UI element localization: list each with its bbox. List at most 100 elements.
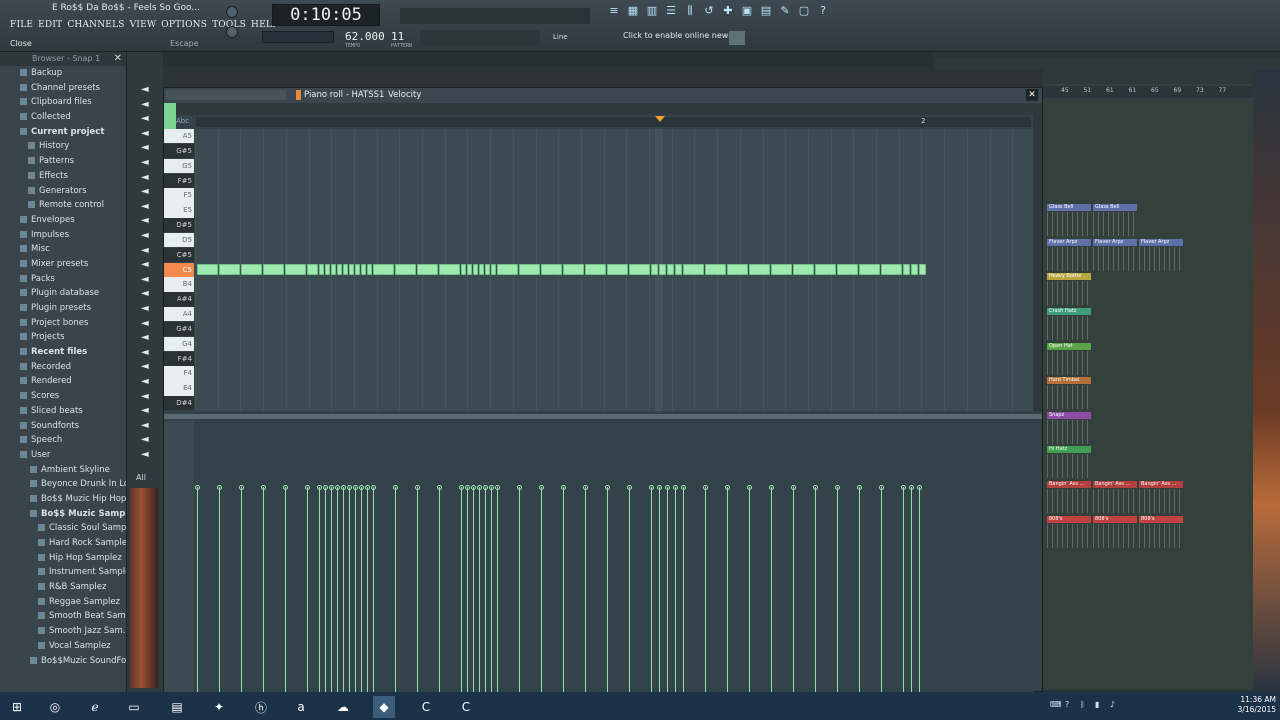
piano-key[interactable]: D5 xyxy=(164,232,194,248)
note[interactable] xyxy=(541,263,562,275)
browser-item[interactable]: Clipboard files xyxy=(0,95,126,110)
velocity-bar[interactable] xyxy=(911,487,912,693)
app-icon[interactable]: ✦ xyxy=(208,696,230,718)
speaker-icon[interactable]: ◄ xyxy=(141,288,153,299)
velocity-bar[interactable] xyxy=(667,487,668,693)
playlist-clip[interactable]: Flaver Arpz xyxy=(1139,239,1183,246)
browser-item[interactable]: Ambient Skyline xyxy=(0,463,126,478)
note[interactable] xyxy=(197,263,218,275)
note[interactable] xyxy=(667,263,674,275)
scroll-bar-vertical[interactable] xyxy=(1033,103,1042,411)
zoom-handle[interactable] xyxy=(164,103,176,129)
piano-key[interactable]: G#5 xyxy=(164,143,194,159)
velocity-handle[interactable] xyxy=(657,485,662,490)
velocity-handle[interactable] xyxy=(703,485,708,490)
speaker-icon[interactable]: ◄ xyxy=(141,230,153,241)
velocity-handle[interactable] xyxy=(725,485,730,490)
note[interactable] xyxy=(675,263,682,275)
note[interactable] xyxy=(395,263,416,275)
velocity-handle[interactable] xyxy=(665,485,670,490)
velocity-handle[interactable] xyxy=(673,485,678,490)
note[interactable] xyxy=(837,263,858,275)
velocity-handle[interactable] xyxy=(495,485,500,490)
speaker-icon[interactable]: ◄ xyxy=(141,99,153,110)
master-volume-knob[interactable] xyxy=(226,6,238,18)
note[interactable] xyxy=(219,263,240,275)
note[interactable] xyxy=(461,263,466,275)
online-news[interactable]: Click to enable online news xyxy=(623,31,733,40)
velocity-handle[interactable] xyxy=(415,485,420,490)
speaker-icon[interactable]: ◄ xyxy=(141,201,153,212)
piano-key[interactable]: A5 xyxy=(164,129,194,144)
velocity-handle[interactable] xyxy=(353,485,358,490)
piano-key[interactable]: A#4 xyxy=(164,292,194,307)
fl-studio-taskbar-icon[interactable]: ◆ xyxy=(373,696,395,718)
master-pitch-knob[interactable] xyxy=(226,26,238,38)
hp-icon[interactable]: ⓗ xyxy=(250,696,272,718)
browser-item[interactable]: Reggae Samplez xyxy=(0,595,126,610)
browser-item[interactable]: Recent files xyxy=(0,345,126,360)
velocity-handle[interactable] xyxy=(901,485,906,490)
note-grid[interactable] xyxy=(195,129,1033,411)
note[interactable] xyxy=(373,263,394,275)
file-explorer-icon[interactable]: ▭ xyxy=(123,696,145,718)
velocity-handle[interactable] xyxy=(583,485,588,490)
playlist-clip[interactable]: Bangin' Ass ... xyxy=(1047,481,1091,488)
playlist-clip[interactable]: Heavy Bottle xyxy=(1047,273,1091,280)
velocity-bar[interactable] xyxy=(497,487,498,693)
browser-item[interactable]: Recorded xyxy=(0,360,126,375)
velocity-handle[interactable] xyxy=(477,485,482,490)
velocity-handle[interactable] xyxy=(471,485,476,490)
browser-item[interactable]: Mixer presets xyxy=(0,257,126,272)
piano-key[interactable]: E5 xyxy=(164,203,194,218)
speaker-icon[interactable]: ◄ xyxy=(141,142,153,153)
speaker-icon[interactable]: ◄ xyxy=(141,245,153,256)
velocity-handle[interactable] xyxy=(437,485,442,490)
menu-file[interactable]: FILE xyxy=(10,20,33,30)
velocity-bar[interactable] xyxy=(585,487,586,693)
piano-roll-title[interactable]: Piano roll - HATSS1 xyxy=(304,90,384,100)
velocity-handle[interactable] xyxy=(459,485,464,490)
piano-key[interactable]: F#4 xyxy=(164,351,194,366)
note[interactable] xyxy=(325,263,330,275)
note[interactable] xyxy=(629,263,650,275)
velocity-handle[interactable] xyxy=(857,485,862,490)
note[interactable] xyxy=(919,263,926,275)
velocity-bar[interactable] xyxy=(903,487,904,693)
velocity-handle[interactable] xyxy=(879,485,884,490)
speaker-icon[interactable]: ◄ xyxy=(141,434,153,445)
speaker-icon[interactable]: ◄ xyxy=(141,113,153,124)
playlist-clip[interactable]: Flaver Arpz xyxy=(1047,239,1091,246)
velocity-handle[interactable] xyxy=(791,485,796,490)
browser-item[interactable]: Projects xyxy=(0,330,126,345)
velocity-bar[interactable] xyxy=(675,487,676,693)
velocity-bar[interactable] xyxy=(727,487,728,693)
pattern-display[interactable]: 11 PATTERN xyxy=(391,30,412,49)
velocity-bar[interactable] xyxy=(307,487,308,693)
page-icon[interactable]: ▢ xyxy=(798,4,810,18)
velocity-bar[interactable] xyxy=(859,487,860,693)
piano-key[interactable]: F5 xyxy=(164,188,194,203)
browser-item[interactable]: History xyxy=(0,139,126,154)
note[interactable] xyxy=(749,263,770,275)
plugin-icon[interactable]: ✚ xyxy=(722,4,734,18)
speaker-icon[interactable]: ◄ xyxy=(141,361,153,372)
browser-item[interactable]: R&B Samplez xyxy=(0,580,126,595)
note[interactable] xyxy=(285,263,306,275)
velocity-handle[interactable] xyxy=(347,485,352,490)
chrome-icon[interactable]: ◎ xyxy=(44,696,66,718)
browser-item[interactable]: Remote control xyxy=(0,198,126,213)
speaker-icon[interactable]: ◄ xyxy=(141,391,153,402)
playlist-clip[interactable]: Open Hat xyxy=(1047,343,1091,350)
note[interactable] xyxy=(485,263,490,275)
browser-item[interactable]: User xyxy=(0,448,126,463)
velocity-handle[interactable] xyxy=(261,485,266,490)
velocity-bar[interactable] xyxy=(395,487,396,693)
note[interactable] xyxy=(307,263,318,275)
velocity-bar[interactable] xyxy=(541,487,542,693)
mixer-icon[interactable]: ⫼ xyxy=(684,4,696,18)
playlist-clip[interactable]: Hi Hatz xyxy=(1047,446,1091,453)
piano-key[interactable]: A4 xyxy=(164,307,194,322)
note[interactable] xyxy=(343,263,348,275)
browser-item[interactable]: Rendered xyxy=(0,374,126,389)
